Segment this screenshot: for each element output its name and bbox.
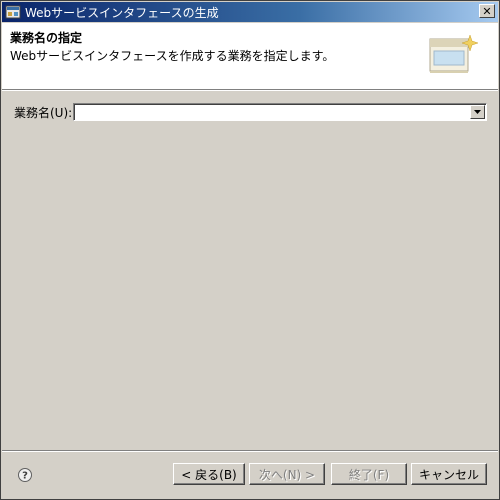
title-bar[interactable]: Webサービスインタフェースの生成 ✕: [2, 2, 498, 22]
app-icon: [5, 4, 21, 20]
window-title: Webサービスインタフェースの生成: [25, 5, 219, 20]
wizard-dialog: Webサービスインタフェースの生成 ✕ 業務名の指定 Webサービスインタフェー…: [0, 0, 500, 500]
footer-divider-highlight: [2, 451, 498, 452]
business-name-row: 業務名(U):: [14, 104, 72, 121]
svg-text:?: ?: [22, 471, 28, 482]
next-button[interactable]: 次へ(N) >: [249, 463, 325, 485]
back-button[interactable]: < 戻る(B): [173, 463, 245, 485]
cancel-button[interactable]: キャンセル: [411, 463, 487, 485]
page-description: Webサービスインタフェースを作成する業務を指定します。: [10, 49, 335, 63]
close-button[interactable]: ✕: [479, 4, 495, 18]
close-icon: ✕: [482, 4, 492, 18]
combo-dropdown-button[interactable]: [470, 105, 485, 119]
business-name-combo[interactable]: [73, 103, 487, 121]
wizard-banner: 業務名の指定 Webサービスインタフェースを作成する業務を指定します。: [2, 23, 498, 90]
wizard-banner-icon: [424, 31, 479, 79]
business-name-label: 業務名(U):: [14, 106, 73, 120]
finish-button[interactable]: 終了(F): [331, 463, 407, 485]
page-title: 業務名の指定: [10, 31, 83, 45]
help-icon[interactable]: ?: [17, 467, 33, 483]
banner-divider: [2, 90, 498, 91]
chevron-down-icon: [474, 110, 481, 114]
